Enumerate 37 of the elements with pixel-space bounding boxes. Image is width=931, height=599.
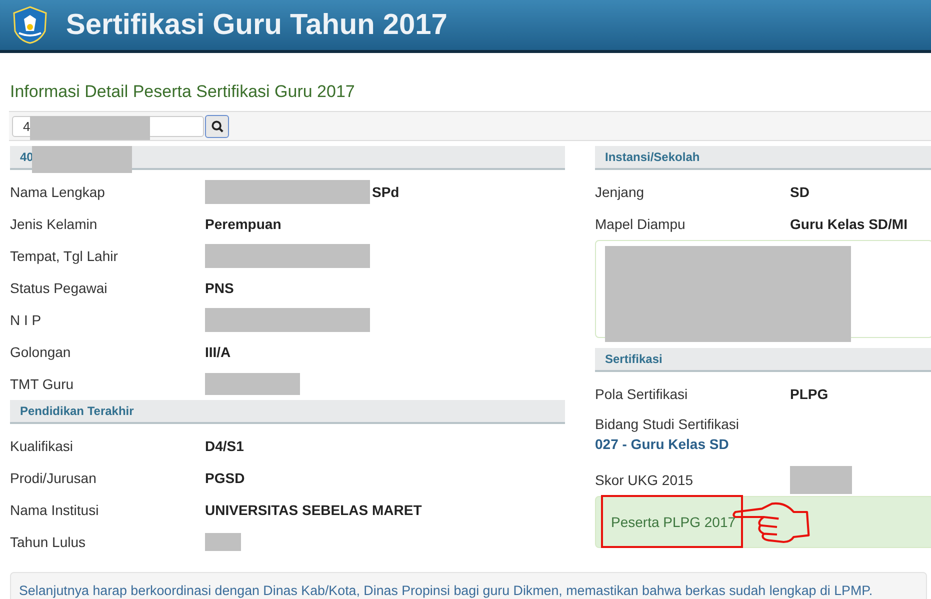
field-value: PNS xyxy=(205,280,234,296)
field-value: 027 - Guru Kelas SD xyxy=(595,436,730,452)
section-title: Sertifikasi xyxy=(605,352,662,366)
alert-text: Peserta PLPG 2017 xyxy=(611,514,736,530)
field-value: SPd xyxy=(372,184,400,200)
field-label: Jenis Kelamin xyxy=(10,216,98,232)
field-label: Tahun Lulus xyxy=(10,534,87,550)
page-title: Informasi Detail Peserta Sertifikasi Guru 2017 xyxy=(10,82,356,102)
field-label: Jenjang xyxy=(595,184,646,200)
field-label: Tempat, Tgl Lahir xyxy=(10,248,119,264)
field-label: TMT Guru xyxy=(10,376,75,392)
field-value: Perempuan xyxy=(205,216,282,232)
section-title: Instansi/Sekolah xyxy=(605,150,700,164)
emblem-icon xyxy=(10,5,50,45)
notice-message: Selanjutnya harap berkoordinasi dengan Dinas Kab/Kota, Dinas Propinsi bagi guru Dikmen, memastikan bahwa berkas sudah lengkap di LPMP. xyxy=(10,572,927,599)
field-label: Kualifikasi xyxy=(10,438,74,454)
field-label: N I P xyxy=(10,312,42,328)
field-value: III/A xyxy=(205,344,231,360)
field-label: Pola Sertifikasi xyxy=(595,386,689,402)
field-label: Mapel Diampu xyxy=(595,216,686,232)
field-label: Bidang Studi Sertifikasi xyxy=(595,416,740,432)
field-label: Nama Institusi xyxy=(10,502,100,518)
field-label: Skor UKG 2015 xyxy=(595,472,694,488)
field-value: PGSD xyxy=(205,470,245,486)
field-value: PLPG xyxy=(790,386,828,402)
field-label: Prodi/Jurusan xyxy=(10,470,98,486)
field-label: Golongan xyxy=(10,344,72,360)
field-label: Nama Lengkap xyxy=(10,184,106,200)
field-value: D4/S1 xyxy=(205,438,244,454)
search-icon xyxy=(210,120,224,132)
field-value: UNIVERSITAS SEBELAS MARET xyxy=(205,502,422,518)
search-button[interactable] xyxy=(205,114,229,138)
field-label: Status Pegawai xyxy=(10,280,108,296)
field-value: Guru Kelas SD/MI xyxy=(790,216,908,232)
site-title: Sertifikasi Guru Tahun 2017 xyxy=(66,8,448,42)
section-title: Pendidikan Terakhir xyxy=(20,404,134,418)
field-value: SD xyxy=(790,184,810,200)
